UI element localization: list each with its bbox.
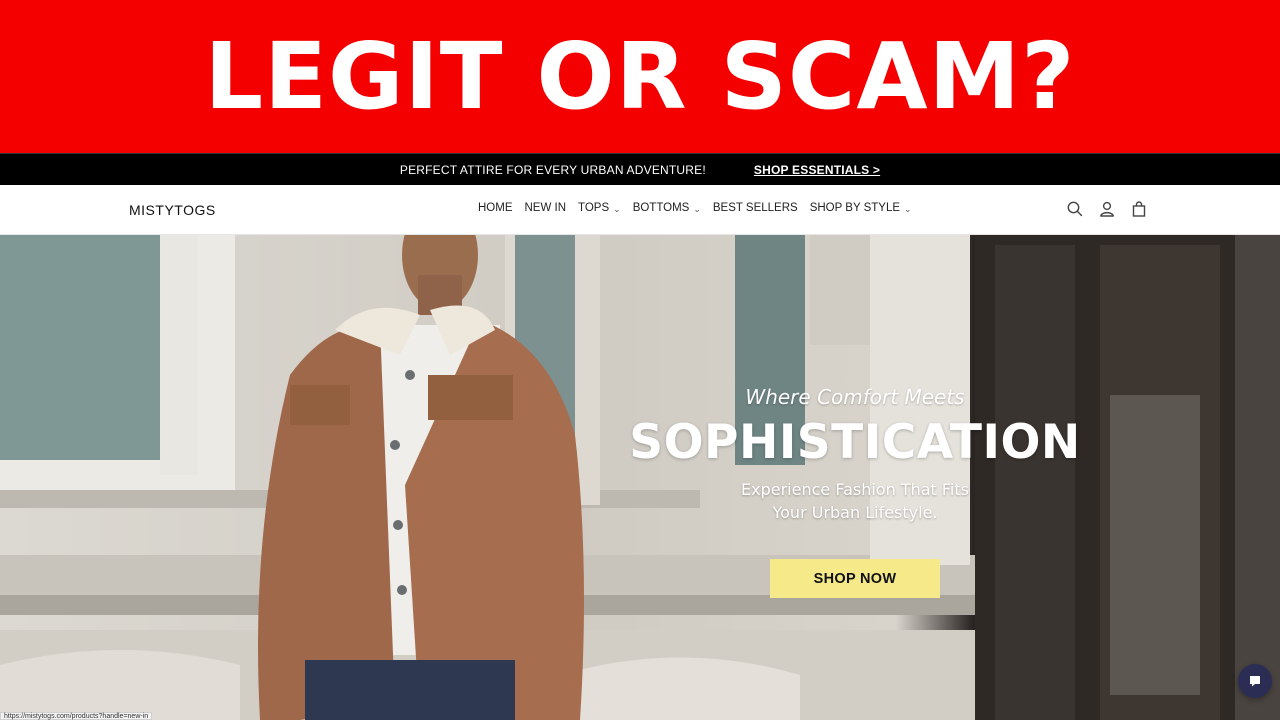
nav-item-bottoms[interactable]: BOTTOMS ⌄	[633, 202, 701, 214]
nav-item-label: SHOP BY STYLE	[809, 202, 901, 214]
hero-copy: Where Comfort Meets SOPHISTICATION Exper…	[620, 385, 1090, 524]
shop-essentials-link[interactable]: SHOP ESSENTIALS >	[754, 163, 880, 177]
hero-subtext-line: Your Urban Lifestyle.	[772, 503, 938, 522]
nav-item-label: TOPS	[578, 202, 610, 214]
chevron-down-icon: ⌄	[613, 203, 621, 214]
announcement-message: PERFECT ATTIRE FOR EVERY URBAN ADVENTURE…	[399, 162, 706, 177]
nav-item-home[interactable]: HOME	[478, 202, 513, 214]
title-banner: LEGIT OR SCAM?	[0, 0, 1280, 153]
header-icons	[1066, 200, 1148, 218]
nav-item-label: NEW IN	[524, 202, 567, 214]
nav-item-new-in[interactable]: NEW IN	[525, 202, 567, 214]
nav-item-label: BOTTOMS	[632, 202, 690, 214]
search-icon[interactable]	[1066, 200, 1084, 218]
announcement-bar: PERFECT ATTIRE FOR EVERY URBAN ADVENTURE…	[0, 153, 1280, 185]
chevron-down-icon: ⌄	[904, 203, 912, 214]
chevron-down-icon: ⌄	[693, 203, 701, 214]
site-header: MISTYTOGS HOME NEW IN TOPS ⌄ BOTTOMS ⌄ B…	[0, 185, 1280, 235]
chat-icon	[1250, 676, 1260, 687]
site-logo[interactable]: MISTYTOGS	[129, 202, 216, 218]
hero-subtext: Experience Fashion That Fits Your Urban …	[620, 478, 1090, 524]
cart-icon[interactable]	[1130, 200, 1148, 218]
nav-item-tops[interactable]: TOPS ⌄	[578, 202, 621, 214]
nav-item-best-sellers[interactable]: BEST SELLERS	[713, 202, 798, 214]
status-bar-url: https://mistytogs.com/products?handle=ne…	[0, 712, 153, 720]
hero-headline: SOPHISTICATION	[629, 415, 1081, 470]
main-nav: HOME NEW IN TOPS ⌄ BOTTOMS ⌄ BEST SELLER…	[478, 202, 912, 214]
shop-now-button[interactable]: SHOP NOW	[770, 559, 940, 598]
nav-item-label: BEST SELLERS	[712, 202, 798, 214]
chat-widget-button[interactable]	[1238, 664, 1272, 698]
banner-title: LEGIT OR SCAM?	[204, 22, 1076, 130]
nav-item-shop-by-style[interactable]: SHOP BY STYLE ⌄	[810, 202, 912, 214]
account-icon[interactable]	[1098, 200, 1116, 218]
hero-subtext-line: Experience Fashion That Fits	[741, 480, 969, 499]
hero-kicker: Where Comfort Meets	[745, 385, 965, 409]
hero-banner: Where Comfort Meets SOPHISTICATION Exper…	[0, 235, 1280, 720]
nav-item-label: HOME	[478, 202, 513, 214]
